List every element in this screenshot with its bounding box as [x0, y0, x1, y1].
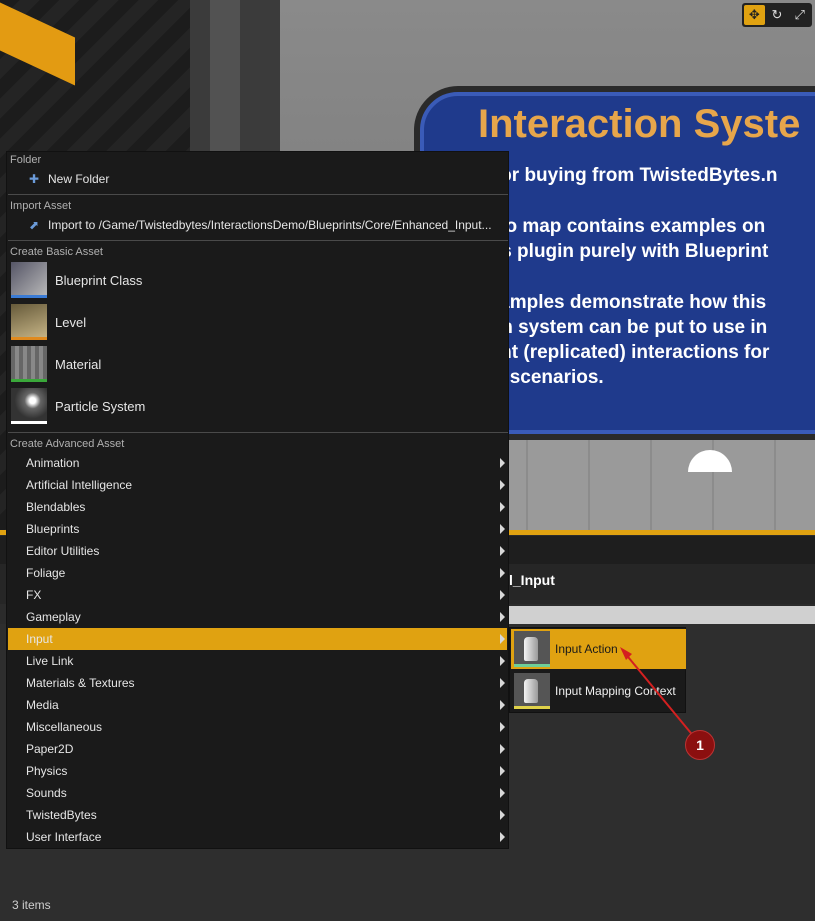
submenu-user-interface[interactable]: User Interface [8, 826, 507, 848]
rotate-icon[interactable]: ↻ [767, 5, 788, 25]
submenu-label: Media [26, 698, 59, 712]
submenu-paper2d[interactable]: Paper2D [8, 738, 507, 760]
submenu-label: Physics [26, 764, 68, 778]
chevron-right-icon [500, 788, 505, 798]
sign-line: hent (replicated) interactions for [478, 342, 770, 363]
submenu-label: Materials & Textures [26, 676, 135, 690]
submenu-miscellaneous[interactable]: Miscellaneous [8, 716, 507, 738]
submenu-gameplay[interactable]: Gameplay [8, 606, 507, 628]
submenu-label: Animation [26, 456, 80, 470]
chevron-right-icon [500, 590, 505, 600]
submenu-label: Artificial Intelligence [26, 478, 133, 492]
section-header-import: Import Asset [10, 200, 72, 212]
sign-line: this plugin purely with Blueprint [478, 241, 769, 262]
submenu-media[interactable]: Media [8, 694, 507, 716]
submenu-label: Sounds [26, 786, 67, 800]
blueprint-class-label: Blueprint Class [55, 272, 143, 288]
submenu-sounds[interactable]: Sounds [8, 782, 507, 804]
chevron-right-icon [500, 546, 505, 556]
submenu-foliage[interactable]: Foliage [8, 562, 507, 584]
material-icon [11, 346, 47, 382]
add-asset-context-menu: Folder ✚ New Folder Import Asset ⬈ Impor… [6, 151, 509, 849]
material-item[interactable]: Material [8, 344, 507, 384]
level-icon [11, 304, 47, 340]
submenu-twistedbytes[interactable]: TwistedBytes [8, 804, 507, 826]
annotation-badge: 1 [685, 730, 715, 760]
item-count: 3 items [12, 898, 51, 912]
particle-system-label: Particle System [55, 398, 146, 414]
section-header-advanced: Create Advanced Asset [10, 438, 125, 450]
chevron-right-icon [500, 502, 505, 512]
sign-line: tion system can be put to use in [478, 317, 768, 338]
folder-path[interactable]: l_Input [509, 572, 555, 588]
submenu-label: Miscellaneous [26, 720, 103, 734]
new-folder-icon: ✚ [28, 172, 40, 186]
blueprint-class-item[interactable]: Blueprint Class [8, 260, 507, 300]
submenu-live-link[interactable]: Live Link [8, 650, 507, 672]
submenu-materials-textures[interactable]: Materials & Textures [8, 672, 507, 694]
sign-line: examples demonstrate how this [478, 292, 767, 313]
submenu-label: Foliage [26, 566, 66, 580]
chevron-right-icon [500, 458, 505, 468]
submenu-editor-utilities[interactable]: Editor Utilities [8, 540, 507, 562]
section-header-folder: Folder [10, 154, 42, 166]
submenu-label: Input [26, 632, 53, 646]
chevron-right-icon [500, 524, 505, 534]
new-folder-item[interactable]: ✚ New Folder [8, 168, 507, 190]
chevron-right-icon [500, 480, 505, 490]
chevron-right-icon [500, 656, 505, 666]
sign-title: Interaction Syste [478, 102, 801, 146]
scale-icon[interactable]: ⤢ [789, 5, 810, 25]
submenu-blueprints[interactable]: Blueprints [8, 518, 507, 540]
chevron-right-icon [500, 766, 505, 776]
submenu-label: Paper2D [26, 742, 74, 756]
chevron-right-icon [500, 568, 505, 578]
material-label: Material [55, 356, 102, 372]
submenu-fx[interactable]: FX [8, 584, 507, 606]
level-item[interactable]: Level [8, 302, 507, 342]
submenu-input[interactable]: Input [8, 628, 507, 650]
submenu-blendables[interactable]: Blendables [8, 496, 507, 518]
submenu-artificial-intelligence[interactable]: Artificial Intelligence [8, 474, 507, 496]
submenu-label: Gameplay [26, 610, 81, 624]
submenu-label: TwistedBytes [26, 808, 97, 822]
input-mapping-context-icon [514, 673, 550, 709]
new-folder-label: New Folder [48, 172, 110, 186]
submenu-label: Blendables [26, 500, 86, 514]
divider [8, 240, 508, 241]
submenu-label: Blueprints [26, 522, 80, 536]
divider [8, 432, 508, 433]
submenu-physics[interactable]: Physics [8, 760, 507, 782]
submenu-label: Live Link [26, 654, 74, 668]
chevron-right-icon [500, 612, 505, 622]
chevron-right-icon [500, 634, 505, 644]
section-header-basic: Create Basic Asset [10, 246, 103, 258]
chevron-right-icon [500, 700, 505, 710]
transform-toolbar: ✥ ↻ ⤢ [742, 3, 812, 27]
sign-line: emo map contains examples on [478, 216, 766, 237]
sign-line: s for buying from TwistedBytes.n [478, 165, 778, 186]
particle-system-icon [11, 388, 47, 424]
submenu-animation[interactable]: Animation [8, 452, 507, 474]
chevron-right-icon [500, 832, 505, 842]
move-icon[interactable]: ✥ [744, 5, 765, 25]
chevron-right-icon [500, 678, 505, 688]
submenu-label: FX [26, 588, 42, 602]
import-label: Import to /Game/Twistedbytes/Interaction… [48, 218, 492, 232]
import-icon: ⬈ [28, 218, 40, 232]
import-item[interactable]: ⬈ Import to /Game/Twistedbytes/Interacti… [8, 214, 507, 236]
submenu-label: Editor Utilities [26, 544, 100, 558]
submenu-label: User Interface [26, 830, 102, 844]
chevron-right-icon [500, 744, 505, 754]
divider [8, 194, 508, 195]
chevron-right-icon [500, 810, 505, 820]
viewport-stripe [0, 2, 75, 86]
input-action-icon [514, 631, 550, 667]
level-label: Level [55, 314, 87, 330]
chevron-right-icon [500, 722, 505, 732]
particle-system-item[interactable]: Particle System [8, 386, 507, 426]
filter-bar[interactable] [509, 606, 815, 624]
blueprint-class-icon [11, 262, 47, 298]
sign-line: lay scenarios. [478, 367, 604, 388]
